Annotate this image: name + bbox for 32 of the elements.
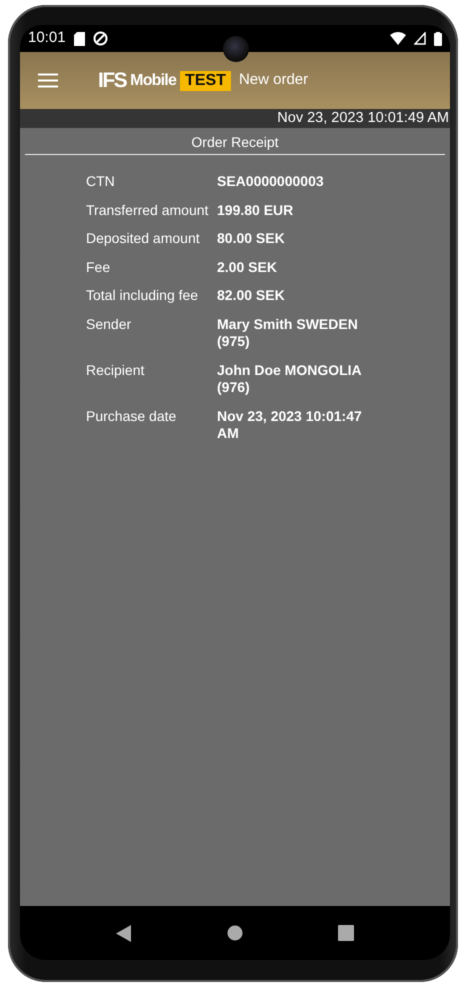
logo-brand: IFS [98,68,126,94]
field-label: Transferred amount [86,202,210,219]
menu-icon[interactable] [38,73,58,88]
signal-icon [414,32,426,45]
battery-icon [434,32,442,46]
status-time: 10:01 [28,28,66,48]
field-value: Mary Smith SWEDEN (975) [217,316,359,350]
environment-tag: TEST [180,70,231,90]
field-value: SEA0000000003 [217,173,325,190]
field-label: Sender [86,316,132,334]
logo-product: Mobile [130,70,176,90]
section-title: Order Receipt [191,134,279,150]
screen-title: New order [238,70,308,90]
field-value: 80.00 SEK [217,230,286,248]
data-saver-icon [92,31,108,46]
field-value: Nov 23, 2023 10:01:47 AM [217,408,363,442]
back-icon[interactable] [116,924,132,942]
recents-icon[interactable] [338,925,354,941]
field-label: Fee [86,258,112,276]
timestamp: Nov 23, 2023 10:01:49 AM [277,110,449,126]
field-label: Purchase date [86,408,178,426]
field-label: Total including fee [86,287,200,304]
field-value: 199.80 EUR [217,202,294,219]
field-value: 82.00 SEK [217,287,286,304]
sd-card-icon [74,32,85,46]
field-label: CTN [86,173,116,190]
field-label: Deposited amount [86,230,201,248]
home-icon[interactable] [226,925,243,941]
field-label: Recipient [86,362,146,380]
field-value: John Doe MONGOLIA (976) [217,362,362,396]
wifi-icon [390,32,406,45]
field-value: 2.00 SEK [217,258,278,276]
